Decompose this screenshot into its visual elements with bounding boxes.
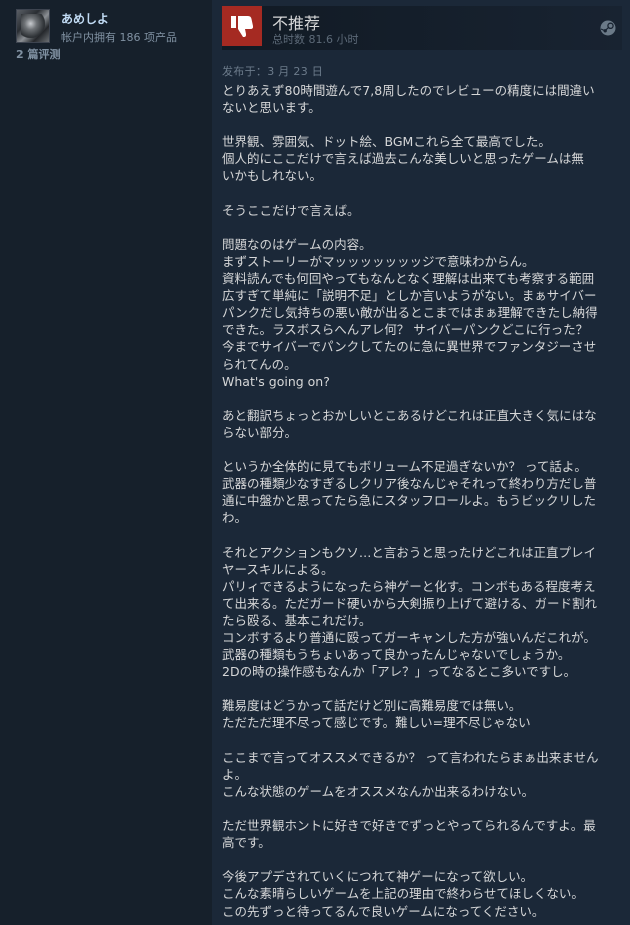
review-line: ここまで言ってオススメできるか？ って言われたらまぁ出来ません [222,749,599,765]
review-line: というか全体的に見てもボリューム不足過ぎないか？ って話よ。 [222,459,587,475]
review-body: とりあえず80時間遊んで7,8周したのでレビューの精度には間違い ないと思います。… [222,82,617,925]
review-line: て出来る。ただガード硬いから大剣振り上げて避ける、ガード割れ [222,595,598,611]
thumbs-down-icon [231,16,254,37]
review-line: こんな素晴らしいゲームを上記の理由で終わらせてほしくない。 [222,886,584,902]
review-line: まずストーリーがマッッッッッッッジで意味わからん。 [222,253,535,269]
review-line: 高です。 [222,835,271,851]
review-paragraph: それとアクションもクソ…と言おうと思ったけどこれは正直プレイ ヤースキルによる。パ… [222,544,617,681]
review-paragraph: というか全体的に見てもボリューム不足過ぎないか？ って話よ。 武器の種類少なすぎる… [222,458,617,526]
review-paragraph: 問題なのはゲームの内容。 まずストーリーがマッッッッッッッジで意味わからん。資料読… [222,236,617,390]
review-line: 武器の種類もうちょいあって良かったんじゃないでしょうか。 [222,647,571,663]
review-page: あめしよ 帐户内拥有 186 项产品 2 篇评测 不推荐 总时数 81.6 小时… [0,0,630,925]
review-line: パンクだし気持ちの悪い敵が出るとこまではまぁ理解できたし納得 [222,305,598,321]
review-line: 問題なのはゲームの内容。 [222,236,372,252]
reviewer-name[interactable]: あめしよ [61,10,109,27]
owned-products[interactable]: 帐户内拥有 186 项产品 [61,29,177,45]
review-line: わ。 [222,510,248,526]
review-line: ないと思います。 [222,100,321,116]
avatar-image [21,14,45,38]
review-line: この先ずっと待ってるんで良いゲームになってください。 [222,903,545,919]
review-paragraph: 世界観、雰囲気、ドット絵、BGMこれら全て最高でした。 個人的にここだけで言えば過… [222,133,617,184]
review-line: そうここだけで言えば。 [222,202,360,218]
review-line: 武器の種類少なすぎるしクリア後なんじゃそれって終わり方だし普 [222,476,597,492]
playtime-hours: 总时数 81.6 小时 [272,33,359,46]
review-line: 資料読んでも何回やってもなんとなく理解は出来ても考察する範囲 [222,271,595,287]
review-paragraph: 難易度はどうかって話だけど別に高難易度では無い。 ただただ理不尽って感じです。難し… [222,697,617,731]
review-line: パリィできるようになったら神ゲーと化す。コンボもある程度考え [222,578,596,594]
review-line: What's going on? [222,373,330,389]
review-line: よ。 [222,766,248,782]
review-line: こんな状態のゲームをオススメなんか出来るわけない。 [222,783,535,799]
review-line: ただただ理不尽って感じです。難しい=理不尽じゃない [222,715,531,731]
reviewer-panel: あめしよ 帐户内拥有 186 项产品 2 篇评测 [0,0,212,925]
review-line: それとアクションもクソ…と言おうと思ったけどこれは正直プレイ [222,544,597,560]
review-line: ヤースキルによる。 [222,561,334,577]
review-paragraph: とりあえず80時間遊んで7,8周したのでレビューの精度には間違い ないと思います。 [222,82,617,116]
verdict-header[interactable]: 不推荐 总时数 81.6 小时 [222,6,622,50]
review-line: らない部分。 [222,424,298,440]
review-paragraph: あと翻訳ちょっとおかしいとこあるけどこれは正直大きく気にはな らない部分。 [222,407,617,441]
review-line: ただ世界観ホントに好きで好きでずっとやってられるんですよ。最 [222,818,596,834]
review-paragraph: そうここだけで言えば。 [222,202,617,219]
steam-icon [600,20,616,36]
review-paragraph: 今後アプデされていくにつれて神ゲーになって欲しい。 こんな素晴らしいゲームを上記の… [222,868,617,919]
posted-date: 发布于：3 月 23 日 [222,65,324,78]
review-line: 個人的にここだけで言えば過去こんな美しいと思ったゲームは無 [222,151,584,167]
avatar[interactable] [16,9,50,43]
review-line: 通に中盤かと思ってたら急にスタッフロールよ。もうビックリした [222,493,597,509]
review-line: 今までサイバーでパンクしてたのに急に異世界でファンタジーさせ [222,339,597,355]
review-count[interactable]: 2 篇评测 [16,46,60,62]
review-line: られてんの。 [222,356,297,372]
review-line: とりあえず80時間遊んで7,8周したのでレビューの精度には間違い [222,83,595,98]
review-line: コンボするより普通に殴ってガーキャンした方が強いんだこれが。 [222,630,596,645]
thumbs-down-badge [222,6,262,46]
review-line: 今後アプデされていくにつれて神ゲーになって欲しい。 [222,869,534,885]
review-line: あと翻訳ちょっとおかしいとこあるけどこれは正直大きく気にはな [222,407,597,423]
review-line: いかもしれない。 [222,168,323,184]
review-line: たら殴る、基本これだけ。 [222,612,372,628]
review-line: 2Dの時の操作感もなんか「アレ？」ってなるとこ多いですし。 [222,664,577,680]
review-line: 世界観、雰囲気、ドット絵、BGMこれら全て最高でした。 [222,134,551,150]
review-paragraph: ここまで言ってオススメできるか？ って言われたらまぁ出来ません よ。 こんな状態のゲ… [222,749,617,800]
review-line: 難易度はどうかって話だけど別に高難易度では無い。 [222,698,522,714]
review-line: できた。ラスボスらへんアレ何？ サイバーパンクどこに行った？ [222,322,589,338]
review-line: 広すぎて単純に「説明不足」としか言いようがない。まぁサイバー [222,288,597,304]
review-paragraph: ただ世界観ホントに好きで好きでずっとやってられるんですよ。最 高です。 [222,817,617,851]
